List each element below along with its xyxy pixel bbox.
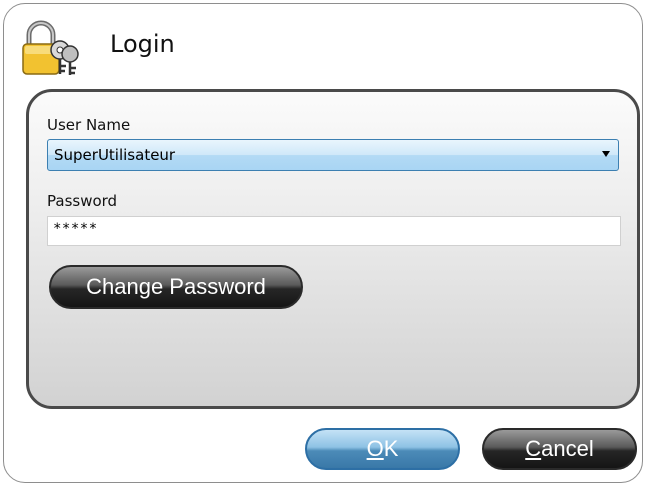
cancel-button[interactable]: Cancel: [482, 428, 637, 470]
password-field[interactable]: *****: [47, 216, 621, 246]
lock-keys-icon: [22, 20, 79, 75]
user-name-value: SuperUtilisateur: [54, 146, 176, 164]
ok-mnemonic: O: [366, 436, 384, 461]
cancel-label: Cancel: [525, 436, 593, 461]
cancel-mnemonic: C: [525, 436, 542, 461]
change-password-label: Change Password: [86, 274, 266, 299]
password-label: Password: [47, 192, 118, 210]
user-name-label: User Name: [47, 116, 131, 134]
ok-button[interactable]: OK: [305, 428, 460, 470]
user-name-dropdown[interactable]: SuperUtilisateur: [47, 139, 619, 171]
password-value: *****: [53, 221, 98, 237]
dropdown-arrow-icon[interactable]: [602, 151, 610, 157]
ok-label-rest: K: [383, 436, 399, 461]
cancel-label-rest: ancel: [541, 436, 594, 461]
change-password-button[interactable]: Change Password: [49, 265, 303, 309]
ok-label: OK: [367, 436, 399, 461]
login-form-panel: [26, 89, 640, 409]
dialog-title: Login: [110, 30, 175, 58]
